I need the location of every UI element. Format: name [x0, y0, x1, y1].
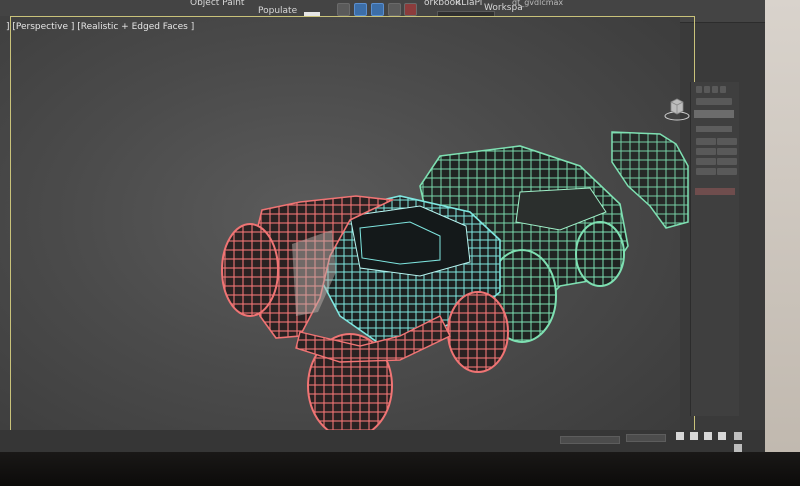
- primitive-button[interactable]: [717, 138, 737, 145]
- primitive-button[interactable]: [717, 148, 737, 155]
- file-title: dt_gvdlcmax: [512, 0, 564, 7]
- motion-tab-icon[interactable]: [720, 86, 726, 93]
- primitive-button[interactable]: [696, 168, 716, 175]
- key-mode-icon[interactable]: [676, 432, 684, 440]
- next-frame-icon[interactable]: [704, 432, 712, 440]
- desk: [0, 452, 800, 486]
- monitor-screen: Object Paint Populate orkbook RLTaPi Wor…: [0, 0, 765, 462]
- primitive-button[interactable]: [696, 158, 716, 165]
- play-icon[interactable]: [690, 432, 698, 440]
- object-category-row[interactable]: [696, 98, 732, 105]
- scripting-menu[interactable]: RLTaPi: [455, 0, 482, 8]
- coordinate-field[interactable]: [560, 436, 620, 444]
- category-dropdown[interactable]: [694, 110, 734, 118]
- populate-tab[interactable]: Populate: [258, 6, 297, 16]
- snap-icon[interactable]: [388, 3, 401, 16]
- object-type-rollout[interactable]: [696, 126, 732, 132]
- primitive-button[interactable]: [717, 168, 737, 175]
- modify-tab-icon[interactable]: [704, 86, 710, 93]
- hierarchy-tab-icon[interactable]: [712, 86, 718, 93]
- mirror-icon[interactable]: [404, 3, 417, 16]
- grid-field[interactable]: [626, 434, 666, 442]
- primitive-button[interactable]: [696, 148, 716, 155]
- create-tab-icon[interactable]: [696, 86, 702, 93]
- pan-icon[interactable]: [734, 444, 742, 452]
- rotate-icon[interactable]: [371, 3, 384, 16]
- last-frame-icon[interactable]: [718, 432, 726, 440]
- select-icon[interactable]: [337, 3, 350, 16]
- zoom-icon[interactable]: [734, 432, 742, 440]
- object-paint-tab[interactable]: Object Paint: [190, 0, 244, 8]
- primitive-button[interactable]: [717, 158, 737, 165]
- name-color-field[interactable]: [695, 188, 735, 195]
- primitive-button[interactable]: [696, 138, 716, 145]
- active-viewport-border: [10, 16, 695, 461]
- command-panel: [690, 82, 739, 416]
- move-icon[interactable]: [354, 3, 367, 16]
